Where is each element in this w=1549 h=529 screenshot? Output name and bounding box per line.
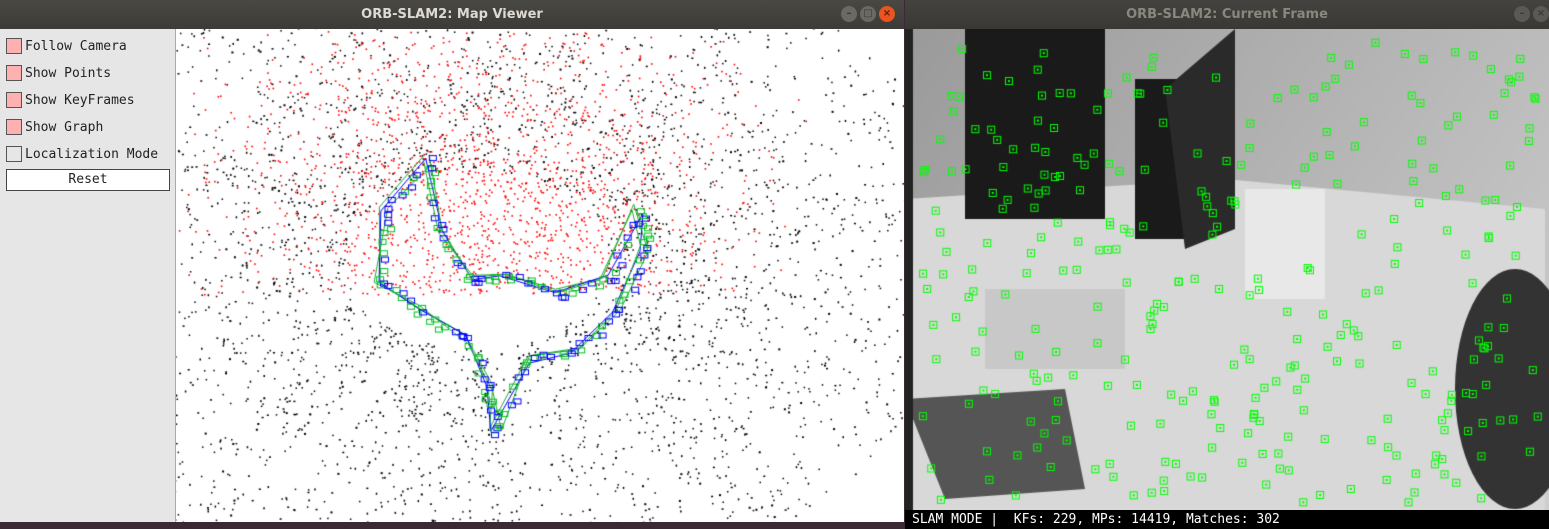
follow-camera-checkbox[interactable]: Follow Camera (6, 37, 127, 55)
option-label: Localization Mode (25, 146, 159, 162)
localization-mode-checkbox[interactable]: Localization Mode (6, 145, 158, 163)
show-points-checkbox[interactable]: Show Points (6, 64, 111, 82)
map-viewer-window: – □ × ORB-SLAM2: Map Viewer Follow Camer… (0, 0, 904, 522)
tracking-stats: KFs: 229, MPs: 14419, Matches: 302 (1013, 512, 1280, 527)
status-bar: SLAM MODE | KFs: 229, MPs: 14419, Matche… (905, 510, 1549, 529)
camera-frame-image (905, 29, 1549, 510)
checkbox-icon[interactable] (6, 119, 22, 135)
option-label: Show Points (25, 65, 112, 81)
option-label: Follow Camera (25, 38, 127, 54)
maximize-icon[interactable]: □ (860, 6, 876, 22)
map-3d-view[interactable] (176, 29, 904, 522)
window-title: ORB-SLAM2: Map Viewer (361, 7, 543, 22)
window-title: ORB-SLAM2: Current Frame (1126, 7, 1328, 22)
close-icon[interactable]: × (1533, 6, 1549, 22)
control-panel: Follow Camera Show Points Show KeyFrames… (0, 29, 176, 522)
mode-label: SLAM MODE (912, 512, 983, 527)
map-viewer-titlebar[interactable]: – □ × ORB-SLAM2: Map Viewer (0, 0, 904, 29)
minimize-icon[interactable]: – (841, 6, 857, 22)
checkbox-icon[interactable] (6, 38, 22, 54)
option-label: Show Graph (25, 119, 104, 135)
minimize-icon[interactable]: – (1514, 6, 1530, 22)
checkbox-icon[interactable] (6, 65, 22, 81)
checkbox-icon[interactable] (6, 146, 22, 162)
reset-button[interactable]: Reset (6, 169, 170, 191)
show-graph-checkbox[interactable]: Show Graph (6, 118, 103, 136)
show-keyframes-checkbox[interactable]: Show KeyFrames (6, 91, 135, 109)
current-frame-titlebar[interactable]: – × ORB-SLAM2: Current Frame (905, 0, 1549, 29)
checkbox-icon[interactable] (6, 92, 22, 108)
separator: | (990, 512, 999, 527)
current-frame-window: – × ORB-SLAM2: Current Frame SLAM MODE |… (905, 0, 1549, 529)
close-icon[interactable]: × (879, 6, 895, 22)
option-label: Show KeyFrames (25, 92, 135, 108)
